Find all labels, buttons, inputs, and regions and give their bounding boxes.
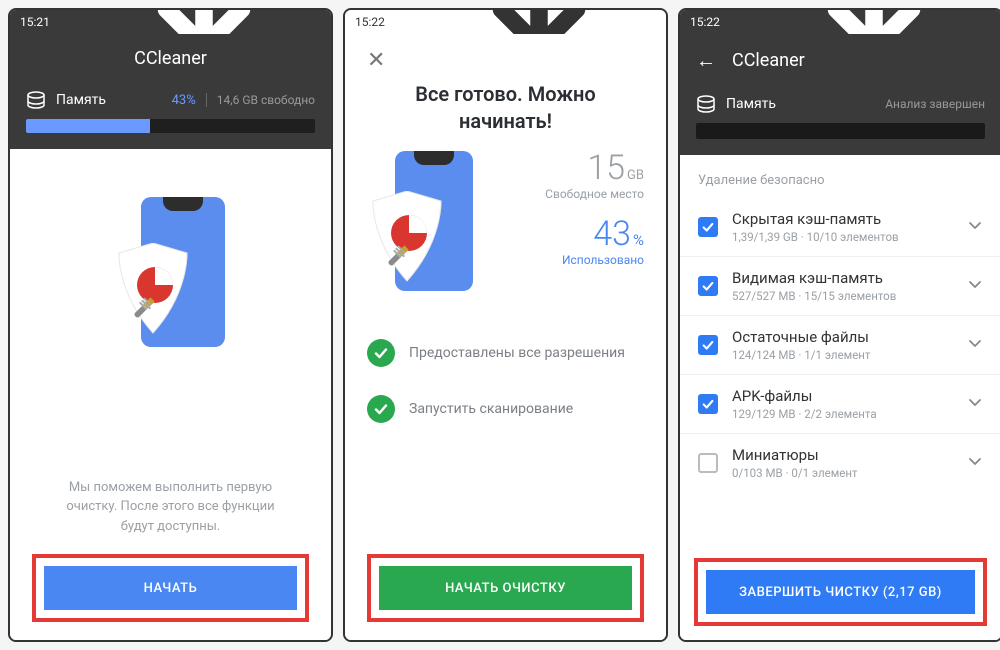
- clean-item[interactable]: Скрытая кэш-память 1,39/1,39 GB · 10/10 э…: [680, 198, 1000, 257]
- phone-illustration: [367, 151, 487, 301]
- phone-illustration: [111, 197, 231, 357]
- storage-panel: Память Анализ завершен: [680, 87, 1000, 155]
- app-header: CCleaner: [10, 34, 331, 83]
- close-icon[interactable]: ✕: [367, 48, 385, 73]
- used-value: 43%: [499, 217, 644, 251]
- step-permissions: Предоставлены все разрешения: [367, 325, 644, 381]
- status-bar: 15:22 17: [345, 10, 666, 34]
- storage-label: Память: [56, 92, 106, 108]
- chevron-down-icon[interactable]: [967, 335, 983, 355]
- clean-item-text: Остаточные файлы 124/124 MB · 1/1 элемент: [732, 328, 953, 362]
- shield-icon: [369, 191, 445, 283]
- shield-icon: [115, 243, 191, 335]
- clean-item-title: Видимая кэш-память: [732, 269, 953, 287]
- storage-free: 14,6 GB свободно: [206, 93, 315, 107]
- status-time: 15:22: [690, 15, 720, 29]
- start-cleaning-button[interactable]: НАЧАТЬ ОЧИСТКУ: [379, 566, 632, 610]
- storage-panel: Память 43% 14,6 GB свободно: [10, 83, 331, 149]
- stats-row: 15GB Свободное место 43% Использовано: [367, 151, 644, 301]
- clean-item[interactable]: Миниатюры 0/103 MB · 0/1 элемент: [680, 434, 1000, 492]
- checkbox[interactable]: [698, 335, 718, 355]
- free-space-label: Свободное место: [499, 187, 644, 201]
- checkbox[interactable]: [698, 394, 718, 414]
- empty-progress: [696, 123, 985, 139]
- check-icon: [367, 395, 395, 423]
- results-area: Удаление безопасно Скрытая кэш-память 1,3…: [680, 155, 1000, 640]
- section-safe-delete: Удаление безопасно: [680, 169, 1000, 198]
- finish-cleaning-button[interactable]: ЗАВЕРШИТЬ ЧИСТКУ (2,17 GB): [706, 570, 975, 614]
- clean-item-sub: 0/103 MB · 0/1 элемент: [732, 466, 953, 480]
- clean-list: Скрытая кэш-память 1,39/1,39 GB · 10/10 э…: [680, 198, 1000, 492]
- clean-item[interactable]: Видимая кэш-память 527/527 MB · 15/15 эле…: [680, 257, 1000, 316]
- highlight-frame: НАЧАТЬ: [32, 554, 309, 622]
- clean-item[interactable]: Остаточные файлы 124/124 MB · 1/1 элемент: [680, 316, 1000, 375]
- checkbox[interactable]: [698, 453, 718, 473]
- clean-item-sub: 1,39/1,39 GB · 10/10 элементов: [732, 230, 953, 244]
- free-space-value: 15GB: [499, 151, 644, 185]
- back-icon[interactable]: ←: [696, 48, 716, 73]
- chevron-down-icon[interactable]: [967, 217, 983, 237]
- highlight-frame: НАЧАТЬ ОЧИСТКУ: [367, 554, 644, 622]
- analysis-status: Анализ завершен: [885, 97, 985, 111]
- clean-item-title: Скрытая кэш-память: [732, 210, 953, 228]
- highlight-frame: ЗАВЕРШИТЬ ЧИСТКУ (2,17 GB): [694, 558, 987, 626]
- screen-3-results: 15:22 17 ← CCleaner Память Анализ заверш…: [678, 8, 1000, 642]
- app-header: ← CCleaner: [680, 34, 1000, 87]
- app-title: CCleaner: [134, 48, 207, 69]
- storage-percent: 43%: [172, 93, 196, 108]
- chevron-down-icon[interactable]: [967, 276, 983, 296]
- checkbox[interactable]: [698, 217, 718, 237]
- clean-item-text: Миниатюры 0/103 MB · 0/1 элемент: [732, 446, 953, 480]
- step-scan[interactable]: Запустить сканирование: [367, 381, 644, 437]
- clean-item-title: Миниатюры: [732, 446, 953, 464]
- screen-2-ready: 15:22 17 ✕ Все готово. Можно начинать! 1…: [343, 8, 668, 642]
- status-time: 15:21: [20, 15, 50, 29]
- status-bar: 15:21 17: [10, 10, 331, 34]
- onboarding-steps: Предоставлены все разрешения Запустить с…: [367, 325, 644, 437]
- storage-progress-fill: [26, 119, 150, 133]
- ready-title: Все готово. Можно начинать!: [415, 81, 596, 135]
- storage-label: Память: [726, 96, 776, 112]
- main-area: Мы поможем выполнить первую очистку. Пос…: [10, 149, 331, 640]
- main-area: ✕ Все готово. Можно начинать! 15GB Свобо…: [345, 34, 666, 640]
- clean-item-text: Скрытая кэш-память 1,39/1,39 GB · 10/10 э…: [732, 210, 953, 244]
- check-icon: [367, 339, 395, 367]
- chevron-down-icon[interactable]: [967, 394, 983, 414]
- clean-item-title: APK-файлы: [732, 387, 953, 405]
- clean-item-text: Видимая кэш-память 527/527 MB · 15/15 эле…: [732, 269, 953, 303]
- clean-item-sub: 129/129 MB · 2/2 элемента: [732, 407, 953, 421]
- clean-item-sub: 124/124 MB · 1/1 элемент: [732, 348, 953, 362]
- disk-icon: [696, 95, 716, 113]
- disk-icon: [26, 91, 46, 109]
- status-bar: 15:22 17: [680, 10, 1000, 34]
- storage-progress: [26, 119, 315, 133]
- screen-1-home: 15:21 17 CCleaner Память 43% 14,6 GB сво…: [8, 8, 333, 642]
- status-time: 15:22: [355, 15, 385, 29]
- clean-item-title: Остаточные файлы: [732, 328, 953, 346]
- app-title: CCleaner: [732, 50, 805, 71]
- checkbox[interactable]: [698, 276, 718, 296]
- intro-text: Мы поможем выполнить первую очистку. Пос…: [60, 478, 280, 537]
- chevron-down-icon[interactable]: [967, 453, 983, 473]
- clean-item-text: APK-файлы 129/129 MB · 2/2 элемента: [732, 387, 953, 421]
- clean-item-sub: 527/527 MB · 15/15 элементов: [732, 289, 953, 303]
- start-button[interactable]: НАЧАТЬ: [44, 566, 297, 610]
- used-label: Использовано: [499, 253, 644, 267]
- clean-item[interactable]: APK-файлы 129/129 MB · 2/2 элемента: [680, 375, 1000, 434]
